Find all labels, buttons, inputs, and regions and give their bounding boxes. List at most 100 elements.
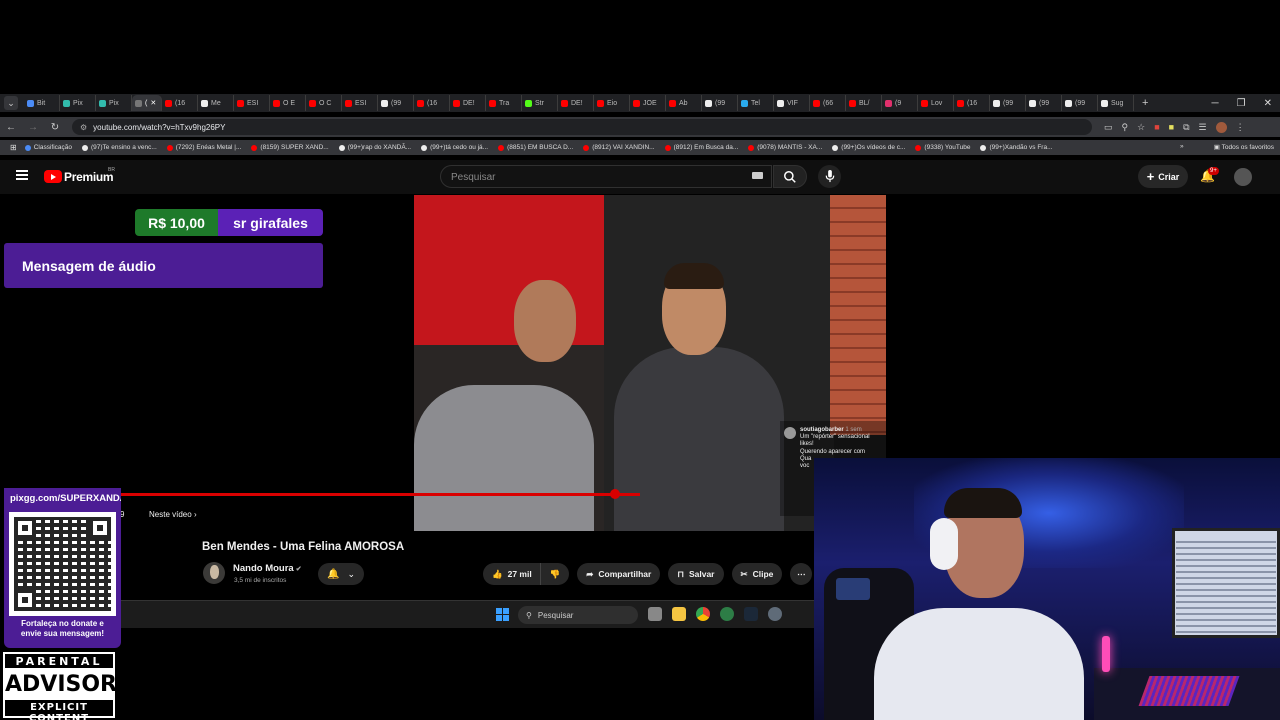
- browser-tab[interactable]: ESI: [234, 95, 270, 111]
- save-button[interactable]: ⊓ Salvar: [668, 563, 724, 585]
- browser-tab[interactable]: (99: [378, 95, 414, 111]
- close-button[interactable]: ✕: [1264, 98, 1272, 109]
- bookmark-item[interactable]: (99+)Xandão vs Fra...: [980, 144, 1053, 151]
- browser-tab[interactable]: (99: [990, 95, 1026, 111]
- new-tab-button[interactable]: +: [1142, 97, 1148, 109]
- bookmarks-overflow[interactable]: »: [1180, 143, 1184, 150]
- account-avatar[interactable]: [1234, 168, 1252, 186]
- keyboard-icon[interactable]: [752, 172, 763, 179]
- tab-search-chevron-icon[interactable]: ⌄: [4, 96, 18, 110]
- webcam-monitor-text: [1176, 538, 1276, 633]
- profile-avatar[interactable]: [1215, 121, 1227, 133]
- browser-tab[interactable]: (16: [162, 95, 198, 111]
- youtube-brand[interactable]: Premium: [64, 170, 114, 184]
- maximize-button[interactable]: ❐: [1237, 98, 1246, 109]
- extensions-puzzle-icon[interactable]: ⧉: [1183, 122, 1189, 133]
- browser-tab[interactable]: (99: [702, 95, 738, 111]
- browser-tab[interactable]: Tra: [486, 95, 522, 111]
- share-button[interactable]: ➦ Compartilhar: [577, 563, 661, 585]
- browser-tab[interactable]: JOE: [630, 95, 666, 111]
- bookmark-item[interactable]: (9078) MANTIS - XA...: [748, 144, 822, 151]
- like-button[interactable]: 👍 27 mil: [483, 563, 541, 585]
- progress-scrubber[interactable]: [610, 489, 620, 499]
- search-button[interactable]: [773, 165, 807, 188]
- windows-start-icon[interactable]: [496, 608, 509, 621]
- browser-tab[interactable]: Pix: [60, 95, 96, 111]
- subscribed-notifications-button[interactable]: 🔔 ⌄: [318, 563, 364, 585]
- task-view-icon[interactable]: [648, 607, 662, 621]
- browser-tab[interactable]: (99: [1026, 95, 1062, 111]
- bookmark-item[interactable]: (8851) EM BUSCA D...: [498, 144, 573, 151]
- browser-tab[interactable]: Lov: [918, 95, 954, 111]
- tab-close-icon[interactable]: ✕: [150, 99, 156, 107]
- bookmark-item[interactable]: (99+)rap do XANDÃ...: [338, 144, 411, 151]
- bookmark-item[interactable]: (9338) YouTube: [915, 144, 970, 151]
- dislike-button[interactable]: 👎: [540, 563, 570, 585]
- steam-icon[interactable]: [744, 607, 758, 621]
- browser-tab[interactable]: Bit: [24, 95, 60, 111]
- tab-label: (99: [715, 99, 726, 107]
- browser-tab[interactable]: (✕: [132, 95, 162, 111]
- file-explorer-icon[interactable]: [672, 607, 686, 621]
- video-person-suit: [414, 385, 594, 531]
- browser-tab[interactable]: Me: [198, 95, 234, 111]
- browser-tab[interactable]: (16: [414, 95, 450, 111]
- all-bookmarks-folder[interactable]: ▣ Todos os favoritos: [1214, 143, 1274, 151]
- back-arrow-icon[interactable]: ←: [6, 122, 16, 133]
- chrome-icon[interactable]: [696, 607, 710, 621]
- channel-name-link[interactable]: Nando Moura ✔: [233, 563, 302, 574]
- bookmark-star-icon[interactable]: ☆: [1137, 122, 1145, 133]
- video-progress-bar[interactable]: [120, 493, 640, 496]
- in-this-video-link[interactable]: Neste vídeo ›: [149, 510, 197, 519]
- browser-tab[interactable]: Eio: [594, 95, 630, 111]
- more-actions-button[interactable]: ⋯: [790, 563, 813, 585]
- bookmark-item[interactable]: (97)Te ensino a venc...: [82, 144, 157, 151]
- browser-tab[interactable]: Str: [522, 95, 558, 111]
- hamburger-menu-icon[interactable]: [16, 170, 28, 180]
- browser-menu-icon[interactable]: ⋮: [1236, 122, 1245, 133]
- browser-tab[interactable]: Ab: [666, 95, 702, 111]
- cast-icon[interactable]: ▭: [1104, 122, 1113, 133]
- voice-search-button[interactable]: [818, 165, 841, 188]
- browser-tab[interactable]: (9: [882, 95, 918, 111]
- minimize-button[interactable]: ─: [1212, 98, 1219, 109]
- browser-tab[interactable]: Sug: [1098, 95, 1134, 111]
- browser-tab[interactable]: (66: [810, 95, 846, 111]
- bookmark-item[interactable]: (99+)tá cedo ou já...: [421, 144, 488, 151]
- bookmark-item[interactable]: (8912) Em Busca da...: [664, 144, 738, 151]
- search-input[interactable]: Pesquisar: [440, 165, 772, 188]
- browser-tab[interactable]: Pix: [96, 95, 132, 111]
- clip-button[interactable]: ✂ Clipe: [731, 563, 783, 585]
- browser-tab[interactable]: ESI: [342, 95, 378, 111]
- browser-tab[interactable]: (99: [1062, 95, 1098, 111]
- browser-tab[interactable]: DE!: [558, 95, 594, 111]
- browser-tab[interactable]: Tel: [738, 95, 774, 111]
- browser-tab[interactable]: VIF: [774, 95, 810, 111]
- app-icon[interactable]: [720, 607, 734, 621]
- bookmark-item[interactable]: (7292) Enéas Metal |...: [166, 144, 241, 151]
- channel-avatar[interactable]: [203, 562, 225, 584]
- url-field[interactable]: ⚙ youtube.com/watch?v=hTxv9hg26PY: [72, 119, 1092, 135]
- browser-tab[interactable]: O C: [306, 95, 342, 111]
- reload-icon[interactable]: ↻: [50, 122, 60, 133]
- browser-tab[interactable]: O E: [270, 95, 306, 111]
- apps-grid-icon[interactable]: ⊞: [10, 143, 17, 152]
- bookmark-item[interactable]: Classificação: [24, 144, 72, 151]
- browser-tab[interactable]: DE!: [450, 95, 486, 111]
- bookmark-item[interactable]: (8159) SUPER XAND...: [251, 144, 329, 151]
- taskbar-search[interactable]: ⚲ Pesquisar: [518, 606, 638, 624]
- extension-red-icon[interactable]: ■: [1154, 122, 1159, 133]
- forward-arrow-icon[interactable]: →: [28, 122, 38, 133]
- extension-icon[interactable]: ■: [1169, 122, 1174, 133]
- bookmark-item[interactable]: (99+)Os vídeos de c...: [832, 144, 905, 151]
- browser-tab[interactable]: (16: [954, 95, 990, 111]
- bookmark-item[interactable]: (8912) VAI XANDIN...: [583, 144, 655, 151]
- clip-label: Clipe: [752, 569, 774, 579]
- youtube-logo-icon[interactable]: [44, 170, 62, 183]
- browser-tab[interactable]: BL/: [846, 95, 882, 111]
- settings-gear-icon[interactable]: [768, 607, 782, 621]
- zoom-icon[interactable]: ⚲: [1122, 122, 1129, 133]
- reading-list-icon[interactable]: ☰: [1199, 122, 1207, 133]
- create-button[interactable]: + Criar: [1138, 165, 1188, 188]
- site-info-icon[interactable]: ⚙: [80, 123, 87, 132]
